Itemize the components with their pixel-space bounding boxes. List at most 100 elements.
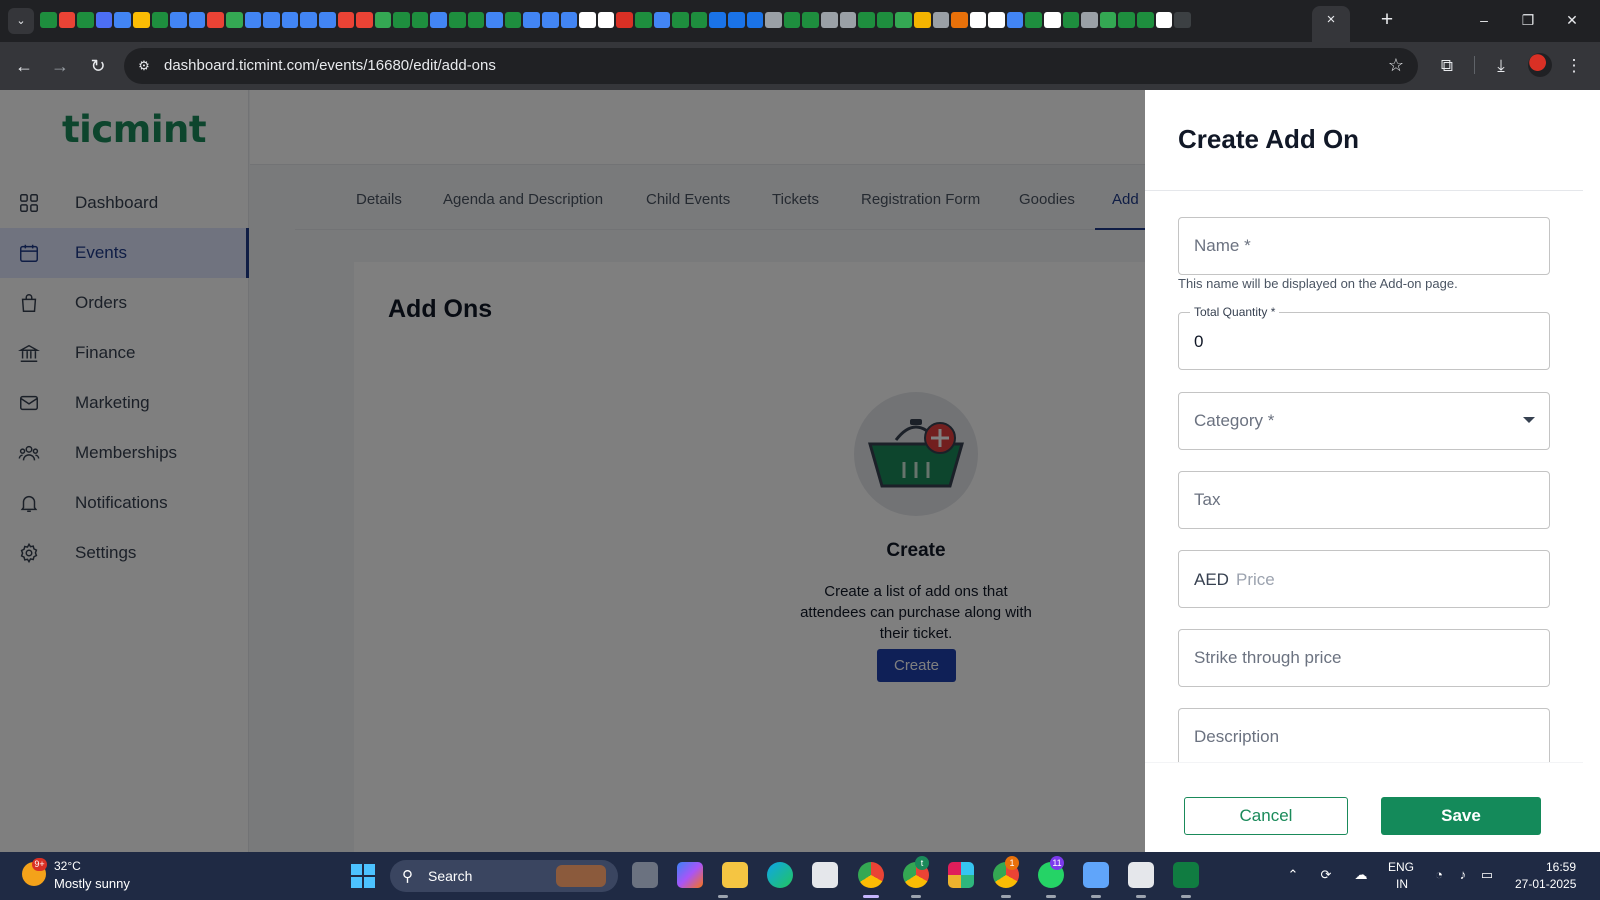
tab-favicon[interactable]	[765, 12, 782, 28]
onedrive-cloud-icon[interactable]: ☁	[1352, 866, 1370, 884]
tab-favicon[interactable]	[560, 12, 578, 28]
tab-favicon[interactable]	[77, 12, 94, 28]
tab-favicon[interactable]	[1099, 12, 1117, 28]
tab-favicon[interactable]	[635, 12, 652, 28]
extensions-icon[interactable]: ⧉	[1433, 52, 1461, 80]
volume-icon[interactable]: ♪	[1454, 866, 1472, 884]
tab-favicon[interactable]	[1174, 12, 1191, 28]
tab-favicon[interactable]	[281, 12, 299, 28]
tab-favicon[interactable]	[820, 12, 838, 28]
tab-favicon[interactable]	[170, 12, 187, 28]
save-button[interactable]: Save	[1381, 797, 1541, 835]
back-icon[interactable]: ←	[10, 52, 38, 80]
tab-favicon[interactable]	[337, 12, 355, 28]
tab-favicon[interactable]	[300, 12, 317, 28]
tab-favicon[interactable]	[430, 12, 448, 28]
tab-favicon[interactable]	[1044, 12, 1061, 28]
tab-favicon[interactable]	[467, 12, 485, 28]
tab-favicon[interactable]	[58, 12, 76, 28]
tab-favicon[interactable]	[579, 12, 596, 28]
tab-favicon[interactable]	[225, 12, 243, 28]
price-field[interactable]: AED Price	[1178, 550, 1550, 608]
tab-favicon[interactable]	[356, 12, 373, 28]
download-icon[interactable]: ⤓	[1487, 52, 1515, 80]
tab-favicon[interactable]	[783, 12, 801, 28]
tab-favicon[interactable]	[1137, 12, 1154, 28]
edge-icon[interactable]	[767, 862, 793, 888]
name-field[interactable]: Name *	[1178, 217, 1550, 275]
close-window-button[interactable]: ✕	[1550, 6, 1594, 34]
tab-favicon[interactable]	[486, 12, 503, 28]
tab-favicon[interactable]	[244, 12, 262, 28]
notepad-icon[interactable]	[1083, 862, 1109, 888]
weather-condition[interactable]: Mostly sunny	[54, 876, 130, 891]
tab-favicon[interactable]	[132, 12, 150, 28]
profile-avatar[interactable]	[1528, 53, 1552, 77]
tab-favicon[interactable]	[207, 12, 224, 28]
language-indicator[interactable]: ENG	[1388, 860, 1414, 874]
region-indicator[interactable]: IN	[1396, 877, 1408, 891]
store-icon[interactable]	[812, 862, 838, 888]
tab-favicon[interactable]	[653, 12, 671, 28]
chevron-up-icon[interactable]: ⌃	[1284, 866, 1302, 884]
taskbar-search[interactable]: ⚲ Search	[390, 860, 618, 892]
tab-favicon[interactable]	[895, 12, 912, 28]
tab-favicon[interactable]	[449, 12, 466, 28]
url-text[interactable]: dashboard.ticmint.com/events/16680/edit/…	[164, 57, 496, 74]
wifi-icon[interactable]: ◔	[1430, 866, 1448, 884]
modal-backdrop[interactable]	[0, 90, 1145, 852]
tab-favicon[interactable]	[151, 12, 169, 28]
category-select[interactable]: Category *	[1178, 392, 1550, 450]
chrome-menu-icon[interactable]: ⋮	[1560, 52, 1588, 80]
tab-favicon[interactable]	[988, 12, 1005, 28]
tab-favicon[interactable]	[1118, 12, 1136, 28]
tab-favicon[interactable]	[932, 12, 950, 28]
forward-icon[interactable]: →	[46, 52, 74, 80]
tab-favicon[interactable]	[40, 12, 57, 28]
tab-search-chevron-icon[interactable]: ⌄	[8, 8, 34, 34]
tab-favicon[interactable]	[709, 12, 726, 28]
clock-date[interactable]: 27-01-2025	[1515, 877, 1576, 891]
site-info-icon[interactable]: ⚙	[134, 56, 154, 76]
tab-favicon[interactable]	[523, 12, 541, 28]
tab-favicon[interactable]	[616, 12, 633, 28]
chrome-icon[interactable]	[858, 862, 884, 888]
excel-icon[interactable]	[1173, 862, 1199, 888]
copilot-icon[interactable]	[677, 862, 703, 888]
tab-favicon[interactable]	[374, 12, 392, 28]
new-tab-button[interactable]: +	[1374, 8, 1400, 34]
maximize-button[interactable]: ❐	[1506, 6, 1550, 34]
tab-favicon[interactable]	[913, 12, 931, 28]
file-explorer-icon[interactable]	[722, 862, 748, 888]
tax-field[interactable]: Tax	[1178, 471, 1550, 529]
tab-favicon[interactable]	[1081, 12, 1098, 28]
address-bar[interactable]: ⚙ dashboard.ticmint.com/events/16680/edi…	[124, 48, 1418, 84]
windows-start-icon[interactable]	[351, 864, 375, 888]
tab-favicon[interactable]	[188, 12, 206, 28]
tab-favicon[interactable]	[1025, 12, 1043, 28]
tab-favicon[interactable]	[95, 12, 113, 28]
tab-favicon[interactable]	[504, 12, 522, 28]
tab-favicon[interactable]	[393, 12, 410, 28]
sync-icon[interactable]: ⟳	[1317, 866, 1335, 884]
tab-favicon[interactable]	[1062, 12, 1080, 28]
tab-favicon[interactable]	[858, 12, 875, 28]
tab-favicon[interactable]	[746, 12, 764, 28]
bookmark-star-icon[interactable]: ☆	[1388, 55, 1404, 76]
tab-favicon[interactable]	[1155, 12, 1173, 28]
tab-favicon[interactable]	[411, 12, 429, 28]
tab-favicon[interactable]	[727, 12, 745, 28]
description-field[interactable]: Description	[1178, 708, 1550, 762]
battery-icon[interactable]: ▭	[1478, 866, 1496, 884]
slack-icon[interactable]	[948, 862, 974, 888]
reload-icon[interactable]: ↻	[84, 52, 112, 80]
tab-favicon[interactable]	[951, 12, 968, 28]
tab-favicon[interactable]	[876, 12, 894, 28]
task-view-icon[interactable]	[632, 862, 658, 888]
close-tab-icon[interactable]: ×	[1320, 9, 1342, 31]
minimize-button[interactable]: –	[1462, 6, 1506, 34]
tab-favicon[interactable]	[1006, 12, 1024, 28]
tab-favicon[interactable]	[542, 12, 559, 28]
tab-favicon[interactable]	[802, 12, 819, 28]
total-quantity-field[interactable]: Total Quantity * 0	[1178, 305, 1550, 370]
